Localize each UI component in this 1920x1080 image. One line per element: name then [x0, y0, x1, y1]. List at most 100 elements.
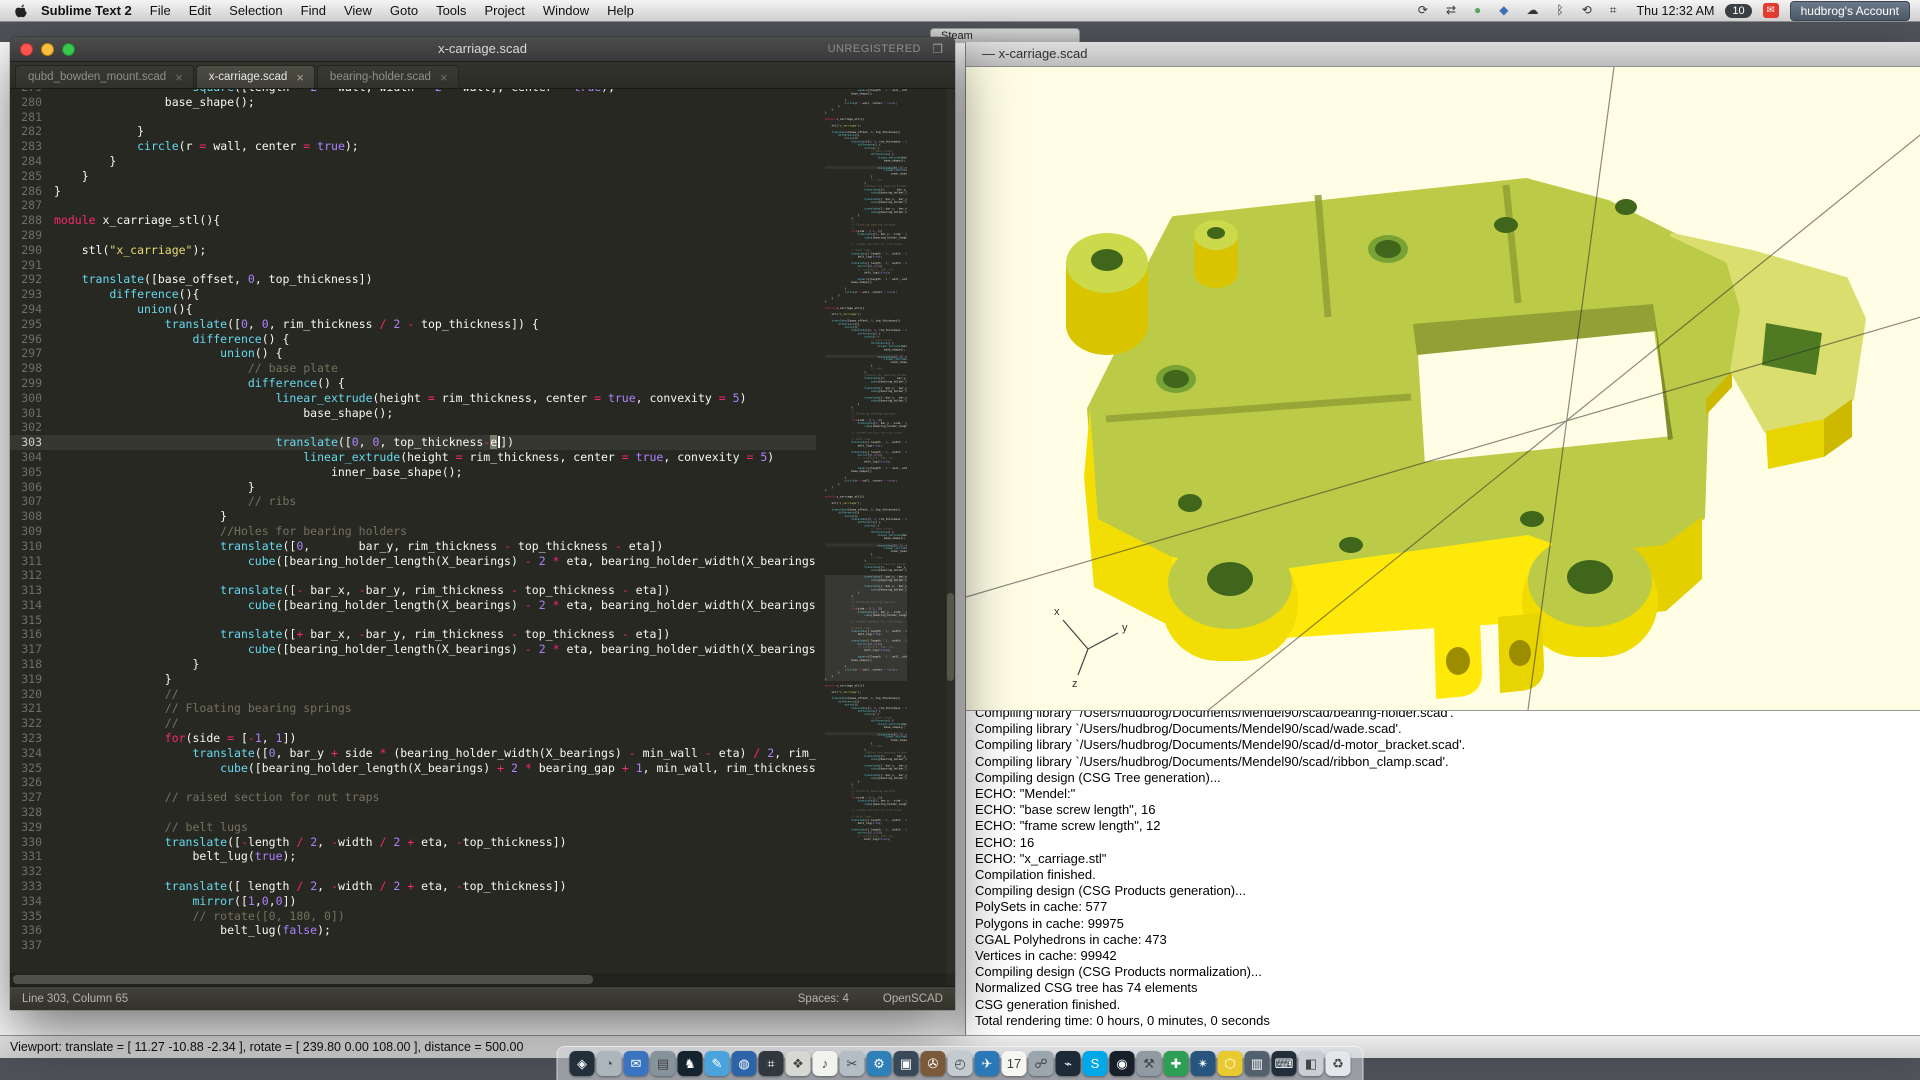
- dock-app-18[interactable]: ☍: [1029, 1051, 1054, 1076]
- menu-goto[interactable]: Goto: [381, 0, 427, 21]
- code-line[interactable]: 337: [10, 938, 816, 953]
- dock-app-26[interactable]: ▥: [1245, 1051, 1270, 1076]
- code-line[interactable]: 311 cube([bearing_holder_length(X_bearin…: [10, 554, 816, 569]
- cloud-icon[interactable]: ☁: [1518, 0, 1548, 21]
- code-line[interactable]: 315: [10, 613, 816, 628]
- menu-sublime-text-2[interactable]: Sublime Text 2: [32, 0, 141, 21]
- vertical-scrollbar[interactable]: [946, 89, 955, 973]
- code-line[interactable]: 318 }: [10, 657, 816, 672]
- dock-app-5[interactable]: ♞: [678, 1051, 703, 1076]
- syntax-setting[interactable]: OpenSCAD: [883, 993, 943, 1005]
- dock-app-14[interactable]: ✇: [921, 1051, 946, 1076]
- dock-openscad[interactable]: ⬡: [1218, 1051, 1243, 1076]
- dock-app-7[interactable]: ◍: [732, 1051, 757, 1076]
- dock-app-13[interactable]: ▣: [894, 1051, 919, 1076]
- code-line[interactable]: 292 translate([base_offset, 0, top_thick…: [10, 272, 816, 287]
- code-line[interactable]: 281: [10, 110, 816, 125]
- code-line[interactable]: 335 // rotate([0, 180, 0]): [10, 909, 816, 924]
- menu-help[interactable]: Help: [598, 0, 643, 21]
- dock-app-15[interactable]: ◴: [948, 1051, 973, 1076]
- code-line[interactable]: 295 translate([0, 0, rim_thickness / 2 -…: [10, 317, 816, 332]
- menu-clock[interactable]: Thu 12:32 AM: [1637, 4, 1715, 18]
- tab-close-icon[interactable]: ×: [296, 71, 304, 84]
- menu-window[interactable]: Window: [534, 0, 598, 21]
- sublime-titlebar[interactable]: x-carriage.scad UNREGISTERED ❐: [10, 37, 955, 62]
- minimap[interactable]: square([length - 2 * wall, width - 2 * w…: [825, 89, 907, 973]
- code-line[interactable]: 332: [10, 864, 816, 879]
- code-line[interactable]: 320 //: [10, 687, 816, 702]
- openscad-console[interactable]: Compiling library `/Users/hudbrog/Docume…: [966, 710, 1920, 1035]
- code-line[interactable]: 336 belt_lug(false);: [10, 923, 816, 938]
- code-line[interactable]: 304 linear_extrude(height = rim_thicknes…: [10, 450, 816, 465]
- code-line[interactable]: 331 belt_lug(true);: [10, 849, 816, 864]
- code-line[interactable]: 296 difference() {: [10, 332, 816, 347]
- code-line[interactable]: 284 }: [10, 154, 816, 169]
- code-line[interactable]: 280 base_shape();: [10, 95, 816, 110]
- dock-app-19[interactable]: ⌁: [1056, 1051, 1081, 1076]
- code-line[interactable]: 286}: [10, 184, 816, 199]
- dock-app-6[interactable]: ✎: [705, 1051, 730, 1076]
- code-line[interactable]: 293 difference(){: [10, 287, 816, 302]
- code-line[interactable]: 298 // base plate: [10, 361, 816, 376]
- bluetooth-icon[interactable]: ᛒ: [1548, 0, 1573, 21]
- time-machine-icon[interactable]: ⟲: [1573, 0, 1601, 21]
- dock-app-28[interactable]: ◧: [1299, 1051, 1324, 1076]
- indent-setting[interactable]: Spaces: 4: [798, 993, 849, 1005]
- display-icon[interactable]: ⌗: [1601, 0, 1626, 21]
- code-line[interactable]: 291: [10, 258, 816, 273]
- dock-app-24[interactable]: ✴: [1191, 1051, 1216, 1076]
- menu-tools[interactable]: Tools: [427, 0, 475, 21]
- dock-calendar[interactable]: 17: [1002, 1051, 1027, 1076]
- dock-app-4[interactable]: ▤: [651, 1051, 676, 1076]
- menu-project[interactable]: Project: [475, 0, 533, 21]
- dock-mail[interactable]: ✉: [624, 1051, 649, 1076]
- dock-app-9[interactable]: ❖: [786, 1051, 811, 1076]
- account-menu[interactable]: hudbrog's Account: [1790, 1, 1910, 21]
- tab-close-icon[interactable]: ×: [175, 71, 183, 84]
- code-line[interactable]: 282 }: [10, 124, 816, 139]
- code-line[interactable]: 327 // raised section for nut traps: [10, 790, 816, 805]
- dock-trash[interactable]: ♻: [1326, 1051, 1351, 1076]
- code-line[interactable]: 328: [10, 805, 816, 820]
- code-line[interactable]: 333 translate([ length / 2, -width / 2 +…: [10, 879, 816, 894]
- dock-app-8[interactable]: ⌗: [759, 1051, 784, 1076]
- menu-selection[interactable]: Selection: [220, 0, 291, 21]
- code-line[interactable]: 289: [10, 228, 816, 243]
- code-line[interactable]: 330 translate([-length / 2, -width / 2 +…: [10, 835, 816, 850]
- code-line[interactable]: 314 cube([bearing_holder_length(X_bearin…: [10, 598, 816, 613]
- dock-app-11[interactable]: ✂: [840, 1051, 865, 1076]
- sync-icon[interactable]: ⇄: [1437, 0, 1465, 21]
- dock-app-23[interactable]: ✚: [1164, 1051, 1189, 1076]
- dock-preferences[interactable]: ⚙: [867, 1051, 892, 1076]
- code-line[interactable]: 294 union(){: [10, 302, 816, 317]
- dock-app-22[interactable]: ⚒: [1137, 1051, 1162, 1076]
- dock-music[interactable]: ♪: [813, 1051, 838, 1076]
- dropbox-icon[interactable]: ◆: [1490, 0, 1517, 21]
- code-line[interactable]: 308 }: [10, 509, 816, 524]
- code-line[interactable]: 316 translate([+ bar_x, -bar_y, rim_thic…: [10, 627, 816, 642]
- openscad-3d-viewport[interactable]: x y z: [966, 67, 1920, 710]
- mail-icon[interactable]: ✉: [1763, 3, 1779, 18]
- tab-x-carriage.scad[interactable]: x-carriage.scad×: [196, 65, 315, 88]
- code-line[interactable]: 301 base_shape();: [10, 406, 816, 421]
- messenger-status-icon[interactable]: ●: [1465, 0, 1490, 21]
- dock-app-2[interactable]: ◔: [597, 1051, 622, 1076]
- code-line[interactable]: 325 cube([bearing_holder_length(X_bearin…: [10, 761, 816, 776]
- code-line[interactable]: 290 stl("x_carriage");: [10, 243, 816, 258]
- horizontal-scrollbar[interactable]: [10, 973, 946, 986]
- code-line[interactable]: 306 }: [10, 480, 816, 495]
- code-line[interactable]: 307 // ribs: [10, 494, 816, 509]
- code-line[interactable]: 309 //Holes for bearing holders: [10, 524, 816, 539]
- code-line[interactable]: 317 cube([bearing_holder_length(X_bearin…: [10, 642, 816, 657]
- dock-steam[interactable]: ◉: [1110, 1051, 1135, 1076]
- code-line[interactable]: 299 difference() {: [10, 376, 816, 391]
- tab-bearing-holder.scad[interactable]: bearing-holder.scad×: [317, 65, 459, 88]
- code-line[interactable]: 334 mirror([1,0,0]): [10, 894, 816, 909]
- menu-file[interactable]: File: [141, 0, 180, 21]
- code-line[interactable]: 302: [10, 420, 816, 435]
- vertical-scrollbar-thumb[interactable]: [947, 593, 954, 681]
- share-icon[interactable]: ⟳: [1409, 0, 1437, 21]
- dock-app-27[interactable]: ⌨: [1272, 1051, 1297, 1076]
- code-line[interactable]: 324 translate([0, bar_y + side * (bearin…: [10, 746, 816, 761]
- code-line[interactable]: 288module x_carriage_stl(){: [10, 213, 816, 228]
